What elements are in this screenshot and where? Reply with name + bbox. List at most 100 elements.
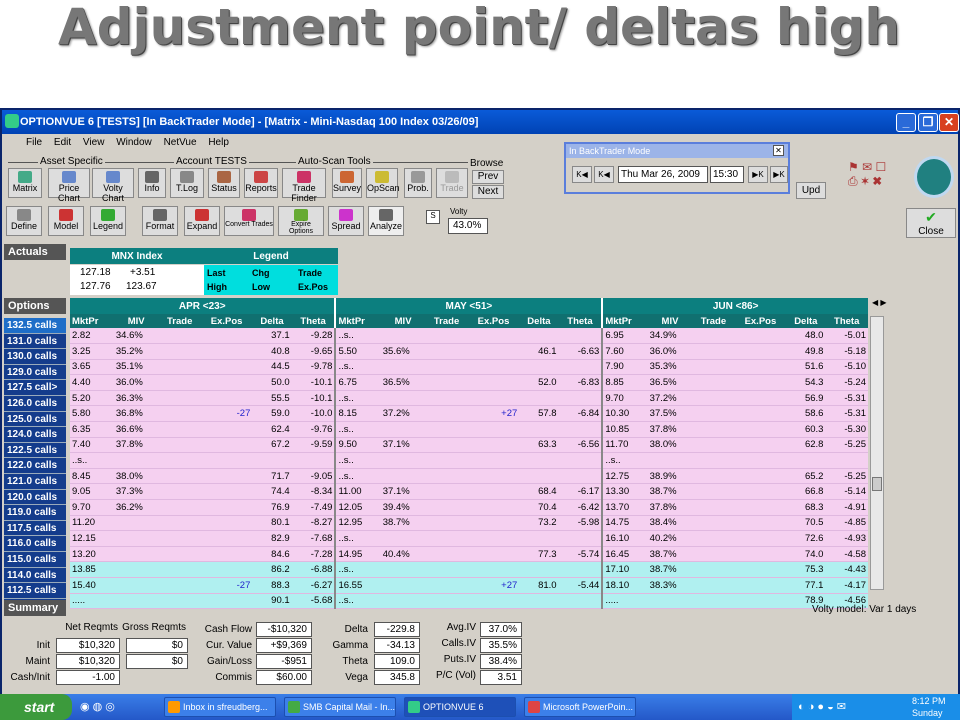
table-cell[interactable] bbox=[519, 390, 559, 407]
table-cell[interactable]: 62.4 bbox=[252, 421, 292, 438]
table-cell[interactable]: 38.7% bbox=[647, 483, 693, 501]
table-cell[interactable]: 38.7% bbox=[647, 546, 693, 563]
table-cell[interactable]: -6.42 bbox=[558, 499, 604, 516]
table-cell[interactable] bbox=[200, 343, 253, 360]
table-cell[interactable] bbox=[425, 499, 468, 516]
table-cell[interactable]: 37.5% bbox=[647, 405, 693, 423]
table-cell[interactable] bbox=[519, 359, 559, 376]
table-cell[interactable]: 77.3 bbox=[519, 546, 559, 563]
table-cell[interactable]: -9.59 bbox=[291, 437, 337, 454]
legend-button[interactable]: Legend bbox=[90, 206, 126, 236]
menu-help[interactable]: Help bbox=[208, 137, 229, 148]
table-cell[interactable]: ..s.. bbox=[335, 593, 381, 610]
table-cell[interactable]: 6.95 bbox=[602, 328, 648, 345]
table-cell[interactable]: 68.3 bbox=[786, 499, 826, 516]
table-cell[interactable]: -4.17 bbox=[825, 577, 868, 594]
table-cell[interactable] bbox=[692, 515, 735, 532]
strike-label[interactable]: 114.0 calls bbox=[4, 567, 66, 584]
table-cell[interactable] bbox=[425, 421, 468, 438]
table-cell[interactable]: 7.40 bbox=[70, 437, 114, 454]
table-cell[interactable]: 34.6% bbox=[113, 328, 159, 345]
table-cell[interactable]: 86.2 bbox=[252, 561, 292, 578]
table-cell[interactable]: 4.40 bbox=[70, 374, 114, 391]
table-cell[interactable] bbox=[200, 328, 253, 345]
strike-label[interactable]: 126.0 calls bbox=[4, 395, 66, 412]
table-cell[interactable] bbox=[825, 452, 868, 469]
table-cell[interactable] bbox=[558, 452, 604, 469]
strike-label[interactable]: 132.5 calls bbox=[4, 318, 66, 334]
table-cell[interactable] bbox=[425, 561, 468, 578]
table-cell[interactable]: -6.63 bbox=[558, 343, 604, 360]
table-cell[interactable] bbox=[425, 437, 468, 454]
forward-day-button[interactable]: ▶K bbox=[770, 166, 788, 183]
table-cell[interactable]: -9.65 bbox=[291, 343, 337, 360]
table-cell[interactable] bbox=[158, 483, 201, 501]
table-cell[interactable] bbox=[734, 390, 787, 407]
menu-edit[interactable]: Edit bbox=[54, 137, 71, 148]
table-cell[interactable] bbox=[113, 546, 159, 563]
table-cell[interactable]: 35.2% bbox=[113, 343, 159, 360]
vertical-scrollbar[interactable] bbox=[870, 316, 884, 590]
strike-label[interactable]: 122.5 calls bbox=[4, 442, 66, 459]
table-cell[interactable] bbox=[558, 561, 604, 578]
table-cell[interactable]: -5.44 bbox=[558, 577, 604, 594]
table-cell[interactable]: 14.95 bbox=[335, 546, 381, 563]
table-cell[interactable]: 51.6 bbox=[786, 359, 826, 376]
table-cell[interactable]: 38.9% bbox=[647, 468, 693, 485]
table-cell[interactable] bbox=[113, 530, 159, 547]
table-cell[interactable] bbox=[692, 577, 735, 594]
date-field[interactable]: Thu Mar 26, 2009 bbox=[618, 166, 708, 183]
table-cell[interactable]: -9.78 bbox=[291, 359, 337, 376]
upd-button[interactable]: Upd bbox=[796, 182, 826, 199]
back-step-button[interactable]: K◀ bbox=[594, 166, 614, 183]
table-cell[interactable] bbox=[380, 577, 426, 594]
table-cell[interactable]: 9.70 bbox=[602, 390, 648, 407]
table-cell[interactable] bbox=[425, 452, 468, 469]
table-cell[interactable] bbox=[200, 546, 253, 563]
table-cell[interactable] bbox=[380, 593, 426, 610]
table-cell[interactable] bbox=[158, 328, 201, 345]
table-cell[interactable]: 12.95 bbox=[335, 515, 381, 532]
table-cell[interactable]: 13.20 bbox=[70, 546, 114, 563]
table-cell[interactable]: 48.0 bbox=[786, 328, 826, 345]
matrix-button[interactable]: Matrix bbox=[8, 168, 42, 198]
table-cell[interactable]: -5.74 bbox=[558, 546, 604, 563]
table-cell[interactable]: 5.20 bbox=[70, 390, 114, 407]
table-cell[interactable] bbox=[158, 343, 201, 360]
table-cell[interactable]: 82.9 bbox=[252, 530, 292, 547]
table-cell[interactable] bbox=[425, 546, 468, 563]
table-cell[interactable] bbox=[734, 515, 787, 532]
table-cell[interactable] bbox=[647, 593, 693, 610]
table-cell[interactable]: 57.8 bbox=[519, 405, 559, 423]
table-cell[interactable]: 54.3 bbox=[786, 374, 826, 391]
strike-label[interactable]: 124.0 calls bbox=[4, 427, 66, 443]
table-cell[interactable] bbox=[467, 390, 520, 407]
table-cell[interactable]: -7.28 bbox=[291, 546, 337, 563]
table-cell[interactable] bbox=[200, 468, 253, 485]
table-cell[interactable]: 37.2% bbox=[380, 405, 426, 423]
volty-s-box[interactable]: S bbox=[426, 210, 440, 224]
format-button[interactable]: Format bbox=[142, 206, 178, 236]
table-cell[interactable] bbox=[200, 374, 253, 391]
strike-label[interactable]: 116.0 calls bbox=[4, 536, 66, 552]
table-cell[interactable] bbox=[380, 421, 426, 438]
table-cell[interactable] bbox=[734, 452, 787, 469]
table-cell[interactable] bbox=[734, 499, 787, 516]
table-cell[interactable]: +27 bbox=[467, 577, 520, 594]
table-cell[interactable] bbox=[519, 530, 559, 547]
trade-finder-button[interactable]: Trade Finder bbox=[282, 168, 326, 203]
table-cell[interactable]: 14.75 bbox=[602, 515, 648, 532]
table-cell[interactable]: ..... bbox=[70, 593, 114, 610]
s-logo-icon[interactable] bbox=[914, 156, 954, 198]
table-cell[interactable]: 11.70 bbox=[602, 437, 648, 454]
table-cell[interactable]: ..s.. bbox=[335, 452, 381, 469]
table-cell[interactable]: 7.60 bbox=[602, 343, 648, 360]
table-cell[interactable]: 11.00 bbox=[335, 483, 381, 501]
table-cell[interactable]: 55.5 bbox=[252, 390, 292, 407]
table-cell[interactable] bbox=[158, 577, 201, 594]
table-cell[interactable]: -6.83 bbox=[558, 374, 604, 391]
table-cell[interactable]: 34.9% bbox=[647, 328, 693, 345]
table-cell[interactable]: 88.3 bbox=[252, 577, 292, 594]
table-cell[interactable]: 37.1 bbox=[252, 328, 292, 345]
table-cell[interactable] bbox=[467, 328, 520, 345]
